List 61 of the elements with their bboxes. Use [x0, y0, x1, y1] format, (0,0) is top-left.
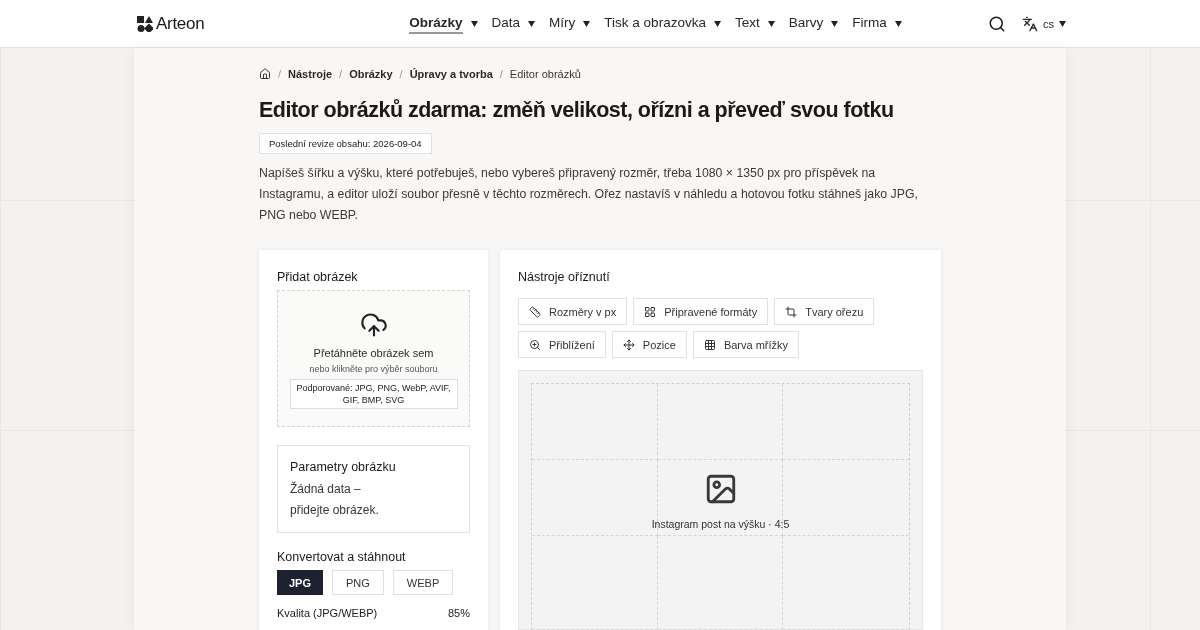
breadcrumb-current: Editor obrázků [509, 68, 581, 80]
section-title: Konvertovat a stáhnout [277, 550, 407, 564]
drop-zone[interactable]: Přetáhněte obrázek sem nebo klikněte pro výběr souboru Podporované: JPG, PNG, WebP, AVIF, GIF, BMP, SVG [277, 290, 470, 427]
section-title: Přidat obrázek [277, 270, 359, 284]
breadcrumb-separator: / [499, 68, 503, 80]
grid-icon [703, 338, 716, 351]
breadcrumb-link[interactable]: Úpravy a tvorba [409, 68, 493, 80]
tool-button[interactable]: Připravené formáty [633, 298, 769, 325]
nav-link[interactable]: Firma [852, 13, 887, 34]
page-title: Editor obrázků zdarma: změň velikost, ořízni a převeď svou fotku [259, 98, 895, 123]
caret-icon [1059, 20, 1066, 27]
params-title: Parametry obrázku [290, 460, 397, 474]
nav-link[interactable]: Tisk a obrazovka [604, 13, 706, 34]
crop-icon [785, 305, 798, 318]
nav-link[interactable]: Míry [549, 13, 576, 34]
quality-label: Kvalita (JPG/WEBP) [277, 607, 378, 619]
tool-button[interactable]: Rozměry v px [518, 298, 628, 325]
caret-icon [713, 20, 721, 27]
params-text: Žádná data – přidejte obrázek. [290, 480, 380, 519]
ruler-icon [529, 305, 541, 318]
move-icon [622, 338, 635, 351]
zoom-in-icon [529, 338, 541, 351]
drop-hint: nebo klikněte pro výběr souboru [309, 364, 438, 374]
caret-icon [831, 20, 839, 27]
nav-link[interactable]: Text [734, 13, 760, 34]
breadcrumb-separator: / [278, 68, 282, 80]
tool-button[interactable]: Přiblížení [518, 331, 606, 358]
nav-link[interactable]: Data [491, 13, 521, 34]
upload-icon [359, 311, 388, 339]
breadcrumb-separator: / [339, 68, 343, 80]
breadcrumb-separator: / [399, 68, 403, 80]
format-button[interactable]: JPG [277, 570, 323, 595]
tool-button[interactable]: Barva mřížky [692, 331, 800, 358]
intro-paragraph: Napíšeš šířku a výšku, které potřebuješ, nebo vybereš připravený rozměr, třeba 1080 × 1350 px pro příspěvek na Instagramu, a editor uloží soubor přesně v těchto rozměrech. Ořez nastavíš v náhledu a hotovou fotku stáhneš jako JPG, PNG nebo WEBP. [259, 165, 919, 224]
format-button[interactable]: WEBP [392, 570, 454, 595]
drop-title: Přetáhněte obrázek sem [313, 347, 434, 359]
language-button[interactable]: cs [1022, 15, 1066, 32]
nav-link[interactable]: Obrázky [409, 13, 463, 34]
breadcrumb-link[interactable]: Obrázky [349, 68, 393, 80]
breadcrumb-link[interactable]: Nástroje [288, 68, 333, 80]
search-icon[interactable] [988, 14, 1006, 33]
tool-button[interactable]: Tvary ořezu [774, 298, 875, 325]
caret-icon [583, 20, 591, 27]
caret-icon [470, 20, 478, 27]
format-button[interactable]: PNG [332, 570, 384, 595]
grid-icon [644, 305, 657, 318]
nav-link[interactable]: Barvy [788, 13, 824, 34]
crop-preview[interactable]: Instagram post na výšku · 4:5 [518, 370, 923, 630]
section-title: Nástroje oříznutí [518, 270, 611, 284]
translate-icon [1022, 15, 1038, 32]
caret-icon [894, 20, 902, 27]
revision-badge: Poslední revize obsahu: 2026-09-04 [259, 133, 432, 154]
logo-text[interactable]: Arteon [156, 13, 205, 34]
tool-button[interactable]: Pozice [611, 331, 687, 358]
quality-value: 85% [447, 607, 470, 619]
preview-caption: Instagram post na výšku · 4:5 [651, 518, 790, 530]
logo-icon [137, 15, 153, 32]
supported-formats: Podporované: JPG, PNG, WebP, AVIF, GIF, BMP, SVG [289, 379, 458, 409]
caret-icon [767, 20, 775, 27]
caret-icon [528, 20, 536, 27]
home-icon[interactable] [259, 68, 271, 80]
